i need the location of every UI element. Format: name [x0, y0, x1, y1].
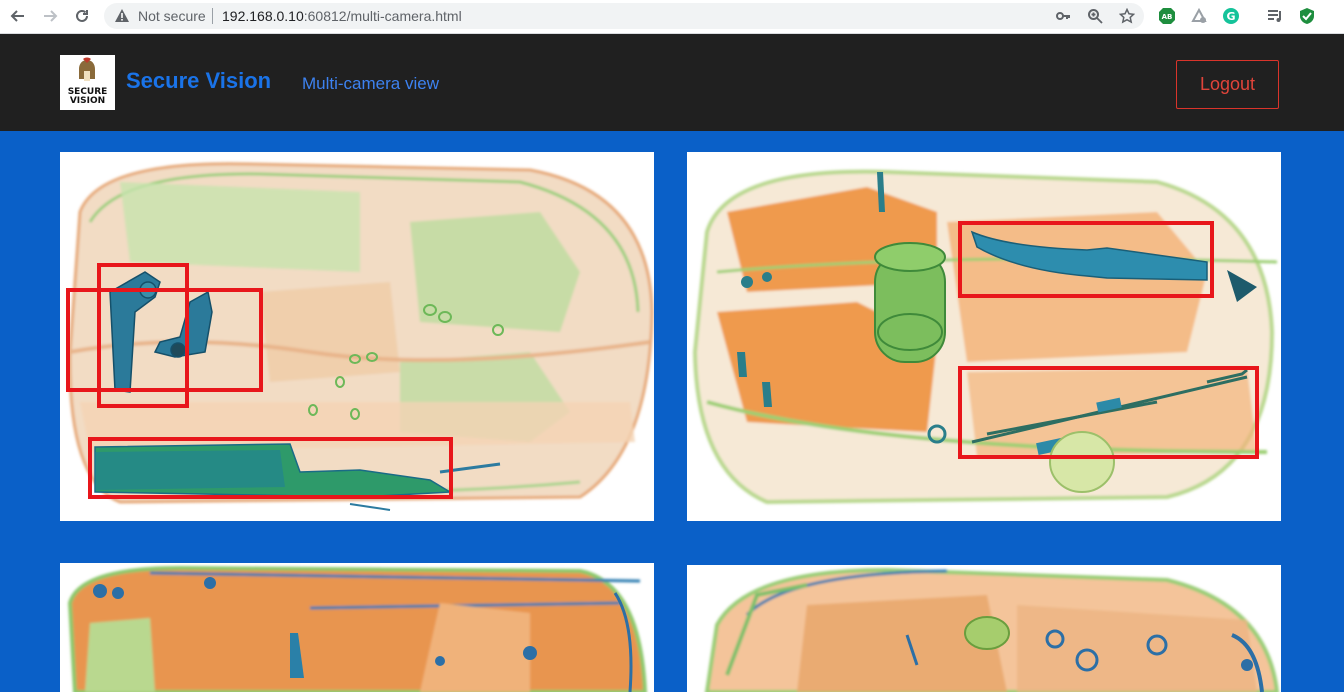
browser-toolbar: Not secure 192.168.0.10:60812/multi-came… [0, 0, 1344, 34]
secure-vision-logo[interactable]: SECURE VISION [60, 55, 115, 110]
adblock-extension-icon[interactable]: AB [1157, 6, 1177, 26]
xray-scan-image [692, 169, 1278, 505]
url-text[interactable]: 192.168.0.10:60812/multi-camera.html [222, 8, 462, 24]
grammarly-extension-icon[interactable]: G [1221, 6, 1241, 26]
security-label[interactable]: Not secure [138, 8, 206, 24]
camera-feed-2[interactable] [687, 152, 1281, 521]
url-host: 192.168.0.10 [222, 8, 304, 24]
nav-multi-camera-view[interactable]: Multi-camera view [302, 74, 439, 94]
adblock-label: AB [1162, 13, 1173, 21]
xray-scan-image [704, 567, 1280, 692]
address-divider [212, 8, 213, 24]
brand-title[interactable]: Secure Vision [126, 68, 271, 94]
logout-button[interactable]: Logout [1176, 60, 1279, 109]
xray-scan-image [67, 565, 648, 692]
extension-puzzle-icon[interactable] [1189, 6, 1209, 26]
logo-line-2: VISION [69, 96, 106, 106]
url-path: :60812/multi-camera.html [303, 8, 462, 24]
reload-icon[interactable] [70, 4, 94, 28]
back-arrow-icon[interactable] [6, 4, 30, 28]
grammarly-label: G [1226, 10, 1235, 23]
key-icon[interactable] [1054, 7, 1072, 25]
xray-scan-image [66, 162, 654, 511]
camera-feed-1[interactable] [60, 152, 654, 521]
media-queue-icon[interactable] [1265, 6, 1285, 26]
shield-check-extension-icon[interactable] [1297, 6, 1317, 26]
zoom-icon[interactable] [1086, 7, 1104, 25]
bookmark-star-icon[interactable] [1118, 7, 1136, 25]
address-bar[interactable]: Not secure 192.168.0.10:60812/multi-came… [104, 3, 1144, 29]
warning-triangle-icon[interactable] [114, 8, 130, 29]
spartan-helmet-icon [79, 57, 95, 81]
app-header: SECURE VISION Secure Vision Multi-camera… [0, 34, 1344, 131]
camera-feed-4[interactable] [687, 565, 1281, 692]
camera-feed-3[interactable] [60, 563, 654, 692]
forward-arrow-icon[interactable] [38, 4, 62, 28]
